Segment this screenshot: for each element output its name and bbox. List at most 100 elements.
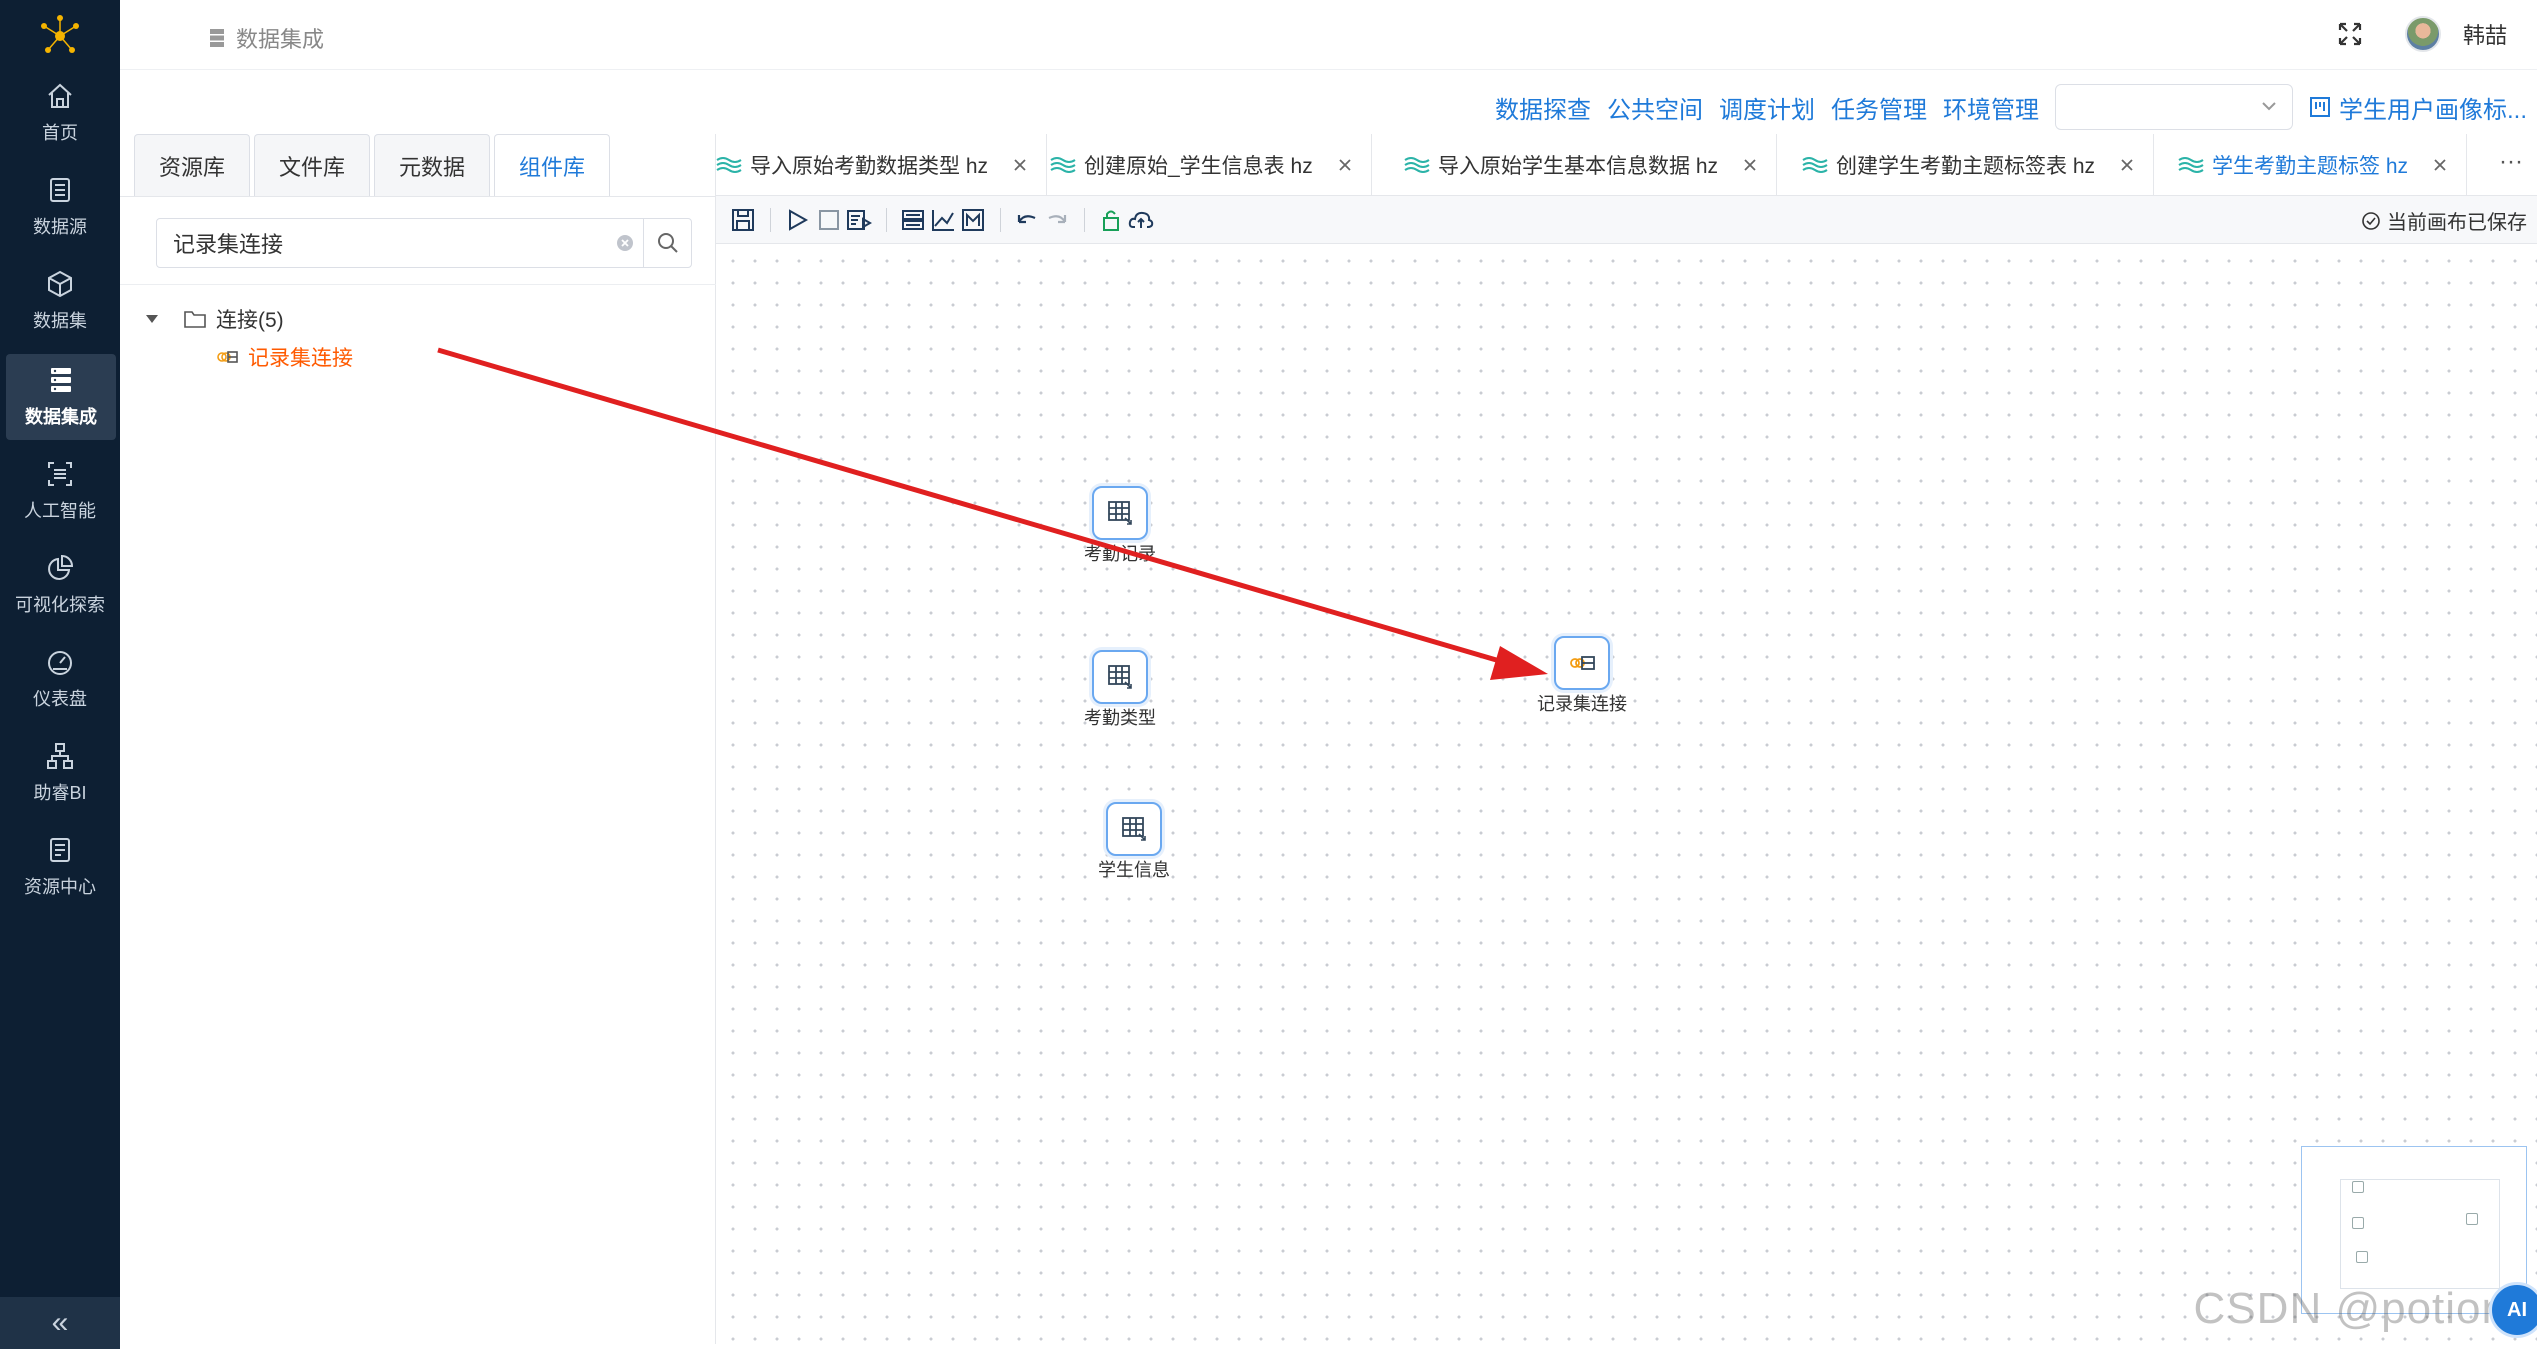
editor-tab-active[interactable]: 学生考勤主题标签 hz	[2164, 134, 2468, 195]
search-button[interactable]	[643, 219, 691, 267]
nav-label: 数据源	[33, 217, 87, 237]
save-button[interactable]	[730, 208, 756, 232]
nav-collapse-button[interactable]: «	[0, 1297, 120, 1349]
editor-tab-label: 导入原始学生基本信息数据 hz	[1438, 155, 1719, 178]
canvas-node-label: 学生信息	[1098, 860, 1170, 880]
redo-button[interactable]	[1044, 208, 1070, 232]
toolbar-separator	[886, 208, 887, 232]
close-icon[interactable]	[1337, 157, 1353, 173]
nav-label: 数据集	[33, 311, 87, 331]
integration-icon	[51, 368, 71, 392]
lock-button[interactable]	[1098, 208, 1124, 232]
tab-file-lib[interactable]: 文件库	[254, 134, 371, 196]
nav-item-datasource[interactable]: 数据源	[0, 164, 120, 250]
close-icon[interactable]	[2432, 157, 2448, 173]
user-name[interactable]: 韩喆	[2463, 18, 2507, 50]
run-step-button[interactable]	[846, 208, 873, 232]
close-icon[interactable]	[1012, 157, 1028, 173]
table-input-icon	[1122, 817, 1146, 841]
flow-icon	[1404, 157, 1430, 173]
canvas-node-attendance-type[interactable]	[1092, 650, 1148, 704]
breadcrumb-label: 数据集成	[236, 27, 325, 52]
divider	[120, 284, 716, 285]
stop-button[interactable]	[816, 208, 842, 232]
menu-link-explore[interactable]: 数据探查	[1495, 90, 1591, 125]
tree-folder-label: 连接(5)	[216, 309, 284, 332]
canvas-toolbar: 当前画布已保存	[716, 196, 2537, 244]
canvas-node-attendance-record[interactable]	[1092, 486, 1148, 540]
avatar[interactable]	[2404, 16, 2441, 52]
tree-item-label: 记录集连接	[248, 347, 353, 370]
ai-icon	[48, 462, 72, 486]
editor-tab[interactable]: 导入原始考勤数据类型 hz	[716, 134, 1048, 195]
cloud-upload-icon	[1128, 211, 1154, 228]
canvas-node-label: 考勤类型	[1084, 708, 1156, 728]
editor-tab[interactable]: 创建原始_学生信息表 hz	[1036, 134, 1372, 195]
component-panel: 资源库 文件库 元数据 组件库 连接(5) 记录集连接	[120, 134, 716, 1344]
nav-item-integration[interactable]: 数据集成	[6, 354, 116, 440]
toolbar-separator	[1084, 208, 1085, 232]
redo-icon	[1048, 215, 1067, 224]
undo-button[interactable]	[1014, 208, 1040, 232]
menu-link-environment[interactable]: 环境管理	[1943, 90, 2039, 125]
editor-tab[interactable]: 创建学生考勤主题标签表 hz	[1788, 134, 2155, 195]
double-chevron-left-icon: «	[51, 1306, 69, 1339]
editor-tabs: 导入原始考勤数据类型 hz 创建原始_学生信息表 hz 导入原始学生基本信息数据…	[716, 134, 2537, 196]
nav-item-bi[interactable]: 助睿BI	[0, 730, 120, 816]
left-nav: 首页 数据源 数据集 数据集成 人工智能 可视化探索 仪表盘 助睿BI 资源中心…	[0, 0, 120, 1349]
logo[interactable]	[38, 12, 82, 56]
layout-icon	[902, 210, 924, 230]
metadata-button[interactable]	[960, 208, 986, 232]
nav-label: 助睿BI	[33, 783, 87, 803]
nav-item-dataset[interactable]: 数据集	[0, 258, 120, 344]
tabs-divider	[120, 196, 716, 197]
chart-button[interactable]	[930, 208, 956, 232]
publish-button[interactable]	[1128, 208, 1154, 232]
project-name: 学生用户画像标...	[2338, 96, 2527, 124]
editor-tab-label: 创建原始_学生信息表 hz	[1084, 155, 1313, 178]
workflow-canvas[interactable]: 考勤记录 考勤类型 学生信息 记录集连接 CSDN @potion AI	[716, 244, 2537, 1344]
fullscreen-icon[interactable]	[2337, 21, 2363, 47]
minimap-node	[2356, 1251, 2368, 1263]
layout-button[interactable]	[900, 208, 926, 232]
minimap-node	[2466, 1213, 2478, 1225]
document-icon	[50, 838, 70, 862]
menu-link-schedule[interactable]: 调度计划	[1719, 90, 1815, 125]
play-icon	[789, 209, 809, 231]
editor-tab[interactable]: 导入原始学生基本信息数据 hz	[1390, 134, 1778, 195]
tab-resource-lib[interactable]: 资源库	[134, 134, 251, 196]
run-button[interactable]	[784, 208, 810, 232]
canvas-node-student-info[interactable]	[1106, 802, 1162, 856]
folder-icon	[184, 311, 206, 328]
database-icon	[210, 29, 224, 47]
tab-metadata[interactable]: 元数据	[374, 134, 491, 196]
canvas-node-recordset-join[interactable]	[1554, 636, 1610, 690]
clear-icon[interactable]	[615, 233, 635, 253]
project-link[interactable]: 学生用户画像标...	[2309, 90, 2527, 125]
tree-folder-connections[interactable]: 连接(5)	[146, 304, 284, 334]
nav-item-home[interactable]: 首页	[0, 70, 120, 156]
nav-item-resource[interactable]: 资源中心	[0, 824, 120, 910]
menu-link-public-space[interactable]: 公共空间	[1607, 90, 1703, 125]
save-status-text: 当前画布已保存	[2387, 212, 2527, 234]
caret-down-icon[interactable]	[146, 315, 158, 323]
nav-item-visual[interactable]: 可视化探索	[0, 542, 120, 628]
header-right: 韩喆	[2337, 16, 2507, 52]
component-search	[156, 218, 692, 268]
ai-assistant-button[interactable]: AI	[2489, 1282, 2537, 1338]
tab-component-lib[interactable]: 组件库	[494, 134, 611, 196]
close-icon[interactable]	[1742, 157, 1758, 173]
toolbar-separator	[1000, 208, 1001, 232]
environment-select[interactable]	[2054, 84, 2293, 130]
menu-link-tasks[interactable]: 任务管理	[1831, 90, 1927, 125]
tree-item-recordset-join[interactable]: 记录集连接	[216, 342, 353, 372]
table-input-icon	[1108, 665, 1132, 689]
more-tabs-button[interactable]: ···	[2499, 148, 2523, 176]
minimap-viewport[interactable]	[2340, 1179, 2500, 1289]
nav-item-dashboard[interactable]: 仪表盘	[0, 636, 120, 722]
search-input[interactable]	[173, 229, 603, 257]
close-icon[interactable]	[2119, 157, 2135, 173]
editor-tab-label: 导入原始考勤数据类型 hz	[750, 155, 989, 178]
flow-icon	[1050, 157, 1076, 173]
nav-item-ai[interactable]: 人工智能	[0, 448, 120, 534]
